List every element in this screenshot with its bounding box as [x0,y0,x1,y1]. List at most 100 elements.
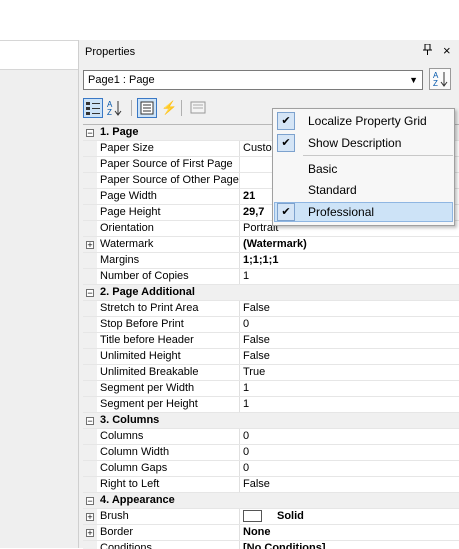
object-selector-dropdown[interactable]: Page1 : Page ▼ [83,70,423,90]
expand-icon[interactable]: + [86,240,94,249]
menu-item-label: Professional [308,205,375,219]
property-row[interactable]: Column Width 0 [83,445,459,461]
menu-item-professional[interactable]: ✔ Professional [274,202,453,222]
property-row[interactable]: Columns 0 [83,429,459,445]
property-name: Number of Copies [97,269,240,284]
property-value[interactable]: 0 [240,429,459,444]
row-gutter[interactable]: − [83,493,97,508]
property-value[interactable]: 1 [240,397,459,412]
property-value[interactable]: 1 [240,269,459,284]
collapse-icon[interactable]: − [86,496,94,505]
property-value-text: Solid [277,510,304,522]
property-name: Brush [97,509,240,524]
property-row[interactable]: Stretch to Print Area False [83,301,459,317]
svg-text:Z: Z [107,108,112,117]
property-name: Paper Source of Other Pages [97,173,240,188]
property-row[interactable]: Unlimited Breakable True [83,365,459,381]
menu-item-standard[interactable]: Standard [274,180,453,200]
menu-item-show-description[interactable]: ✔ Show Description [274,133,453,153]
row-gutter[interactable]: + [83,525,97,540]
workspace-top-area [0,0,459,40]
sort-alphabetical-button[interactable]: AZ [429,68,451,90]
row-gutter [83,221,97,236]
property-value[interactable]: None [240,525,459,540]
property-value[interactable]: False [240,477,459,492]
property-value[interactable]: 1 [240,381,459,396]
property-value[interactable]: 1;1;1;1 [240,253,459,268]
property-list-icon [140,101,154,115]
row-gutter [83,253,97,268]
row-gutter[interactable]: − [83,285,97,300]
close-icon[interactable]: × [443,43,451,58]
property-value-text: 21 [243,190,256,202]
property-value[interactable]: 0 [240,445,459,460]
property-name: Watermark [97,237,240,252]
property-value[interactable]: (Watermark) [240,237,459,252]
alphabetical-view-button[interactable]: AZ [106,98,126,118]
category-row[interactable]: −4. Appearance [83,493,459,509]
options-context-menu: ✔ Localize Property Grid ✔ Show Description… [272,108,455,226]
row-gutter [83,333,97,348]
property-row[interactable]: Stop Before Print 0 [83,317,459,333]
property-row[interactable]: Title before Header False [83,333,459,349]
property-value-text: 0 [243,318,250,330]
chevron-down-icon: ▼ [409,75,418,85]
row-gutter[interactable]: + [83,237,97,252]
property-row[interactable]: Right to Left False [83,477,459,493]
checkmark-icon [277,160,295,178]
property-row[interactable]: Segment per Width 1 [83,381,459,397]
row-gutter[interactable]: − [83,125,97,140]
property-name: Column Gaps [97,461,240,476]
property-value-text: True [243,366,266,378]
property-name: Border [97,525,240,540]
property-value[interactable]: 0 [240,317,459,332]
property-value[interactable]: True [240,365,459,380]
menu-item-basic[interactable]: Basic [274,159,453,179]
row-gutter [83,205,97,220]
pin-icon[interactable] [423,43,433,58]
property-row[interactable]: + Brush Solid [83,509,459,525]
property-row[interactable]: Unlimited Height False [83,349,459,365]
property-value[interactable]: False [240,333,459,348]
properties-view-button[interactable] [137,98,157,118]
collapse-icon[interactable]: − [86,288,94,297]
property-row[interactable]: + Border None [83,525,459,541]
row-gutter [83,317,97,332]
row-gutter [83,173,97,188]
property-pages-button[interactable] [189,98,207,118]
property-value[interactable]: False [240,301,459,316]
events-view-button[interactable]: ⚡ [161,98,177,118]
category-row[interactable]: −2. Page Additional [83,285,459,301]
property-value-text: 29,7 [243,206,265,218]
row-gutter [83,269,97,284]
collapse-icon[interactable]: − [86,416,94,425]
expand-icon[interactable]: + [86,512,94,521]
property-name: Page Width [97,189,240,204]
category-label: 4. Appearance [100,494,175,506]
collapse-icon[interactable]: − [86,128,94,137]
property-value-text: 1;1;1;1 [243,254,279,266]
menu-item-localize-property-grid[interactable]: ✔ Localize Property Grid [274,111,453,131]
toolbar-separator [181,100,182,116]
row-gutter [83,381,97,396]
property-row[interactable]: Segment per Height 1 [83,397,459,413]
categorized-view-button[interactable] [83,98,103,118]
property-value[interactable]: 0 [240,461,459,476]
category-row[interactable]: −3. Columns [83,413,459,429]
menu-item-label: Basic [308,162,338,176]
property-value-text: False [243,350,270,362]
object-selector-value: Page1 : Page [88,74,155,86]
property-row[interactable]: Margins 1;1;1;1 [83,253,459,269]
property-row[interactable]: + Watermark (Watermark) [83,237,459,253]
expand-icon[interactable]: + [86,528,94,537]
checkmark-icon: ✔ [277,134,295,152]
property-value[interactable]: Solid [240,509,459,524]
property-name: Segment per Width [97,381,240,396]
property-row[interactable]: Number of Copies 1 [83,269,459,285]
row-gutter[interactable]: − [83,413,97,428]
row-gutter [83,477,97,492]
row-gutter[interactable]: + [83,509,97,524]
property-value[interactable]: False [240,349,459,364]
property-row[interactable]: Column Gaps 0 [83,461,459,477]
row-gutter [83,365,97,380]
